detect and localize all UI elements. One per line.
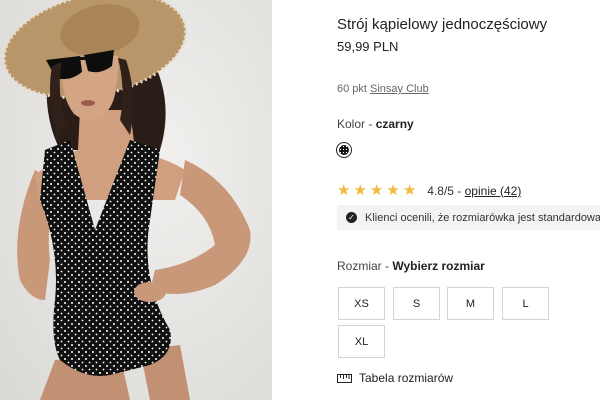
star-icon: ★	[386, 182, 400, 199]
color-label-line: Kolor - czarny	[337, 117, 414, 131]
color-swatch-black[interactable]	[336, 142, 352, 158]
rating-row: ★ ★ ★ ★ ★ 4.8/5 - opinie (42)	[337, 182, 521, 199]
rating-text: 4.8/5 - opinie (42)	[427, 184, 521, 198]
star-icon: ★	[337, 182, 351, 199]
star-icon: ★	[369, 182, 384, 199]
size-table-label: Tabela rozmiarów	[359, 371, 454, 385]
size-option-m[interactable]: M	[447, 287, 494, 320]
star-icon: ★	[402, 182, 417, 199]
club-link[interactable]: Sinsay Club	[370, 83, 429, 95]
product-price: 59,99 PLN	[337, 39, 399, 54]
size-separator: -	[381, 259, 393, 273]
size-option-s[interactable]: S	[393, 287, 440, 320]
star-icon: ★	[353, 182, 367, 199]
color-value: czarny	[375, 117, 414, 131]
size-option-xl[interactable]: XL	[338, 325, 385, 358]
swatch-fill	[339, 145, 349, 155]
product-title: Strój kąpielowy jednoczęściowy	[337, 16, 548, 33]
ruler-icon	[337, 373, 352, 383]
fit-notice: ✓ Klienci ocenili, że rozmiarówka jest s…	[337, 205, 600, 230]
size-option-l[interactable]: L	[502, 287, 549, 320]
size-prompt: Wybierz rozmiar	[392, 259, 485, 273]
size-option-xs[interactable]: XS	[338, 287, 385, 320]
points-value: 60 pkt	[337, 83, 367, 95]
product-image[interactable]	[0, 0, 272, 400]
loyalty-points: 60 pkt Sinsay Club	[337, 83, 429, 95]
reviews-link[interactable]: opinie (42)	[465, 184, 522, 198]
fit-notice-text: Klienci ocenili, że rozmiarówka jest sta…	[365, 211, 600, 224]
product-details-panel: Strój kąpielowy jednoczęściowy 59,99 PLN…	[272, 0, 600, 400]
check-circle-icon: ✓	[346, 212, 357, 223]
product-photo-illustration	[0, 0, 272, 400]
color-label: Kolor	[337, 117, 366, 131]
size-label: Rozmiar	[337, 259, 382, 273]
rating-score: 4.8/5 -	[427, 183, 465, 198]
size-table-link[interactable]: Tabela rozmiarów	[337, 371, 453, 385]
color-separator: -	[365, 117, 376, 131]
size-label-line: Rozmiar - Wybierz rozmiar	[337, 259, 485, 273]
